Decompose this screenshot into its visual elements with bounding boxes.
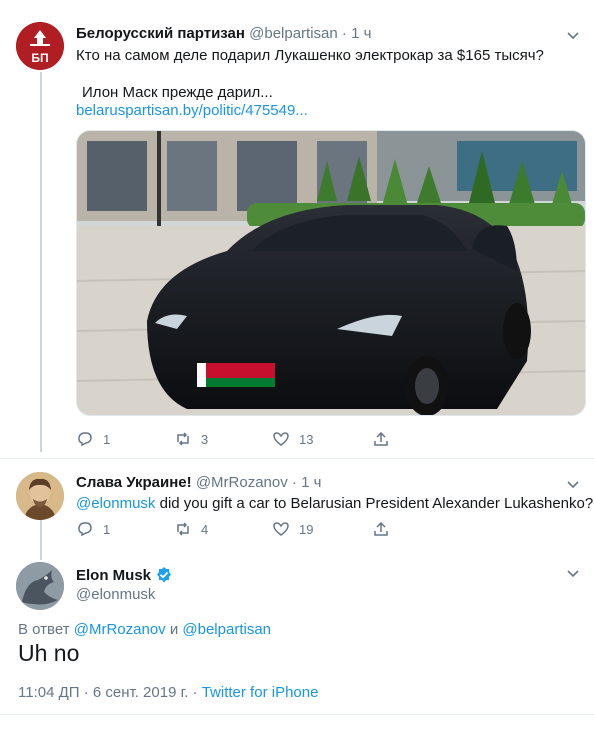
reply-user-link[interactable]: @MrRozanov [74, 621, 166, 638]
reply-user-link[interactable]: @belpartisan [182, 621, 271, 638]
reply-icon [78, 522, 92, 537]
dot-separator: · [291, 474, 297, 491]
reply-icon [78, 432, 92, 447]
like-count: 13 [299, 431, 314, 447]
tweet-text: Uh no [18, 640, 80, 666]
like-icon [273, 522, 289, 536]
tweet-link[interactable]: belaruspartisan.by/politic/475549... [76, 102, 308, 119]
tweet-body: did you gift a car to Belarusian Preside… [155, 495, 594, 512]
tweet-timestamp[interactable]: 11:04 ДП · 6 сент. 2019 г. · [18, 684, 202, 701]
like-button[interactable]: 19 [272, 520, 313, 538]
mention-link[interactable]: @elonmusk [76, 495, 155, 512]
share-button[interactable] [372, 430, 390, 448]
reply-context: В ответ @MrRozanov и @belpartisan [18, 621, 271, 638]
tweet-header: Слава Украине! @MrRozanov · 1 ч [76, 474, 321, 491]
retweet-count: 4 [201, 521, 209, 537]
retweet-icon [177, 522, 189, 536]
tweet-text: Кто на самом деле подарил Лукашенко элек… [76, 47, 544, 64]
reply-count: 1 [103, 431, 111, 447]
share-icon [374, 521, 388, 536]
tweet-actions: 1 4 19 [76, 520, 576, 540]
retweet-button[interactable]: 3 [174, 430, 208, 448]
handle[interactable]: @elonmusk [76, 586, 155, 603]
portrait-avatar-icon [16, 472, 64, 520]
avatar[interactable] [16, 472, 64, 520]
reply-button[interactable]: 1 [76, 430, 110, 448]
retweet-icon [177, 432, 189, 446]
reply-count: 1 [103, 521, 111, 537]
divider [0, 714, 594, 715]
chevron-down-icon[interactable] [566, 477, 580, 491]
car-photo [77, 131, 585, 415]
display-name[interactable]: Elon Musk [76, 567, 151, 584]
display-name-row: Elon Musk [76, 566, 173, 584]
chevron-down-icon[interactable] [566, 566, 580, 580]
timestamp[interactable]: 1 ч [301, 474, 321, 491]
chevron-down-icon[interactable] [566, 28, 580, 42]
tweet-meta: 11:04 ДП · 6 сент. 2019 г. · Twitter for… [18, 684, 318, 701]
tweet-text-secondary: Илон Маск прежде дарил... [82, 84, 273, 101]
retweet-button[interactable]: 4 [174, 520, 208, 538]
verified-badge-icon [157, 567, 172, 583]
tweet-media-image[interactable] [76, 130, 586, 416]
tweet-header: Белорусский партизан @belpartisan · 1 ч [76, 25, 371, 42]
timestamp[interactable]: 1 ч [351, 25, 371, 42]
tweet-actions: 1 3 13 [76, 430, 576, 450]
display-name[interactable]: Слава Украине! [76, 474, 192, 491]
retweet-count: 3 [201, 431, 209, 447]
handle[interactable]: @MrRozanov [196, 474, 288, 491]
tweet-text: @elonmusk did you gift a car to Belarusi… [76, 495, 593, 512]
tweet-source-link[interactable]: Twitter for iPhone [202, 684, 319, 701]
reply-prefix: В ответ [18, 621, 74, 638]
display-name[interactable]: Белорусский партизан [76, 25, 245, 42]
dragon-avatar-icon [16, 562, 64, 610]
share-icon [374, 431, 388, 446]
handle[interactable]: @belpartisan [249, 25, 338, 42]
reply-and: и [165, 621, 183, 638]
avatar-text: БП [31, 51, 49, 65]
like-count: 19 [299, 521, 314, 537]
share-button[interactable] [372, 520, 390, 538]
dot-separator: · [341, 25, 347, 42]
avatar[interactable] [16, 562, 64, 610]
divider [0, 458, 594, 459]
reply-button[interactable]: 1 [76, 520, 110, 538]
like-button[interactable]: 13 [272, 430, 313, 448]
thread-line [40, 72, 42, 452]
thread-line [40, 520, 42, 560]
like-icon [273, 432, 289, 446]
avatar[interactable]: БП [16, 22, 64, 70]
